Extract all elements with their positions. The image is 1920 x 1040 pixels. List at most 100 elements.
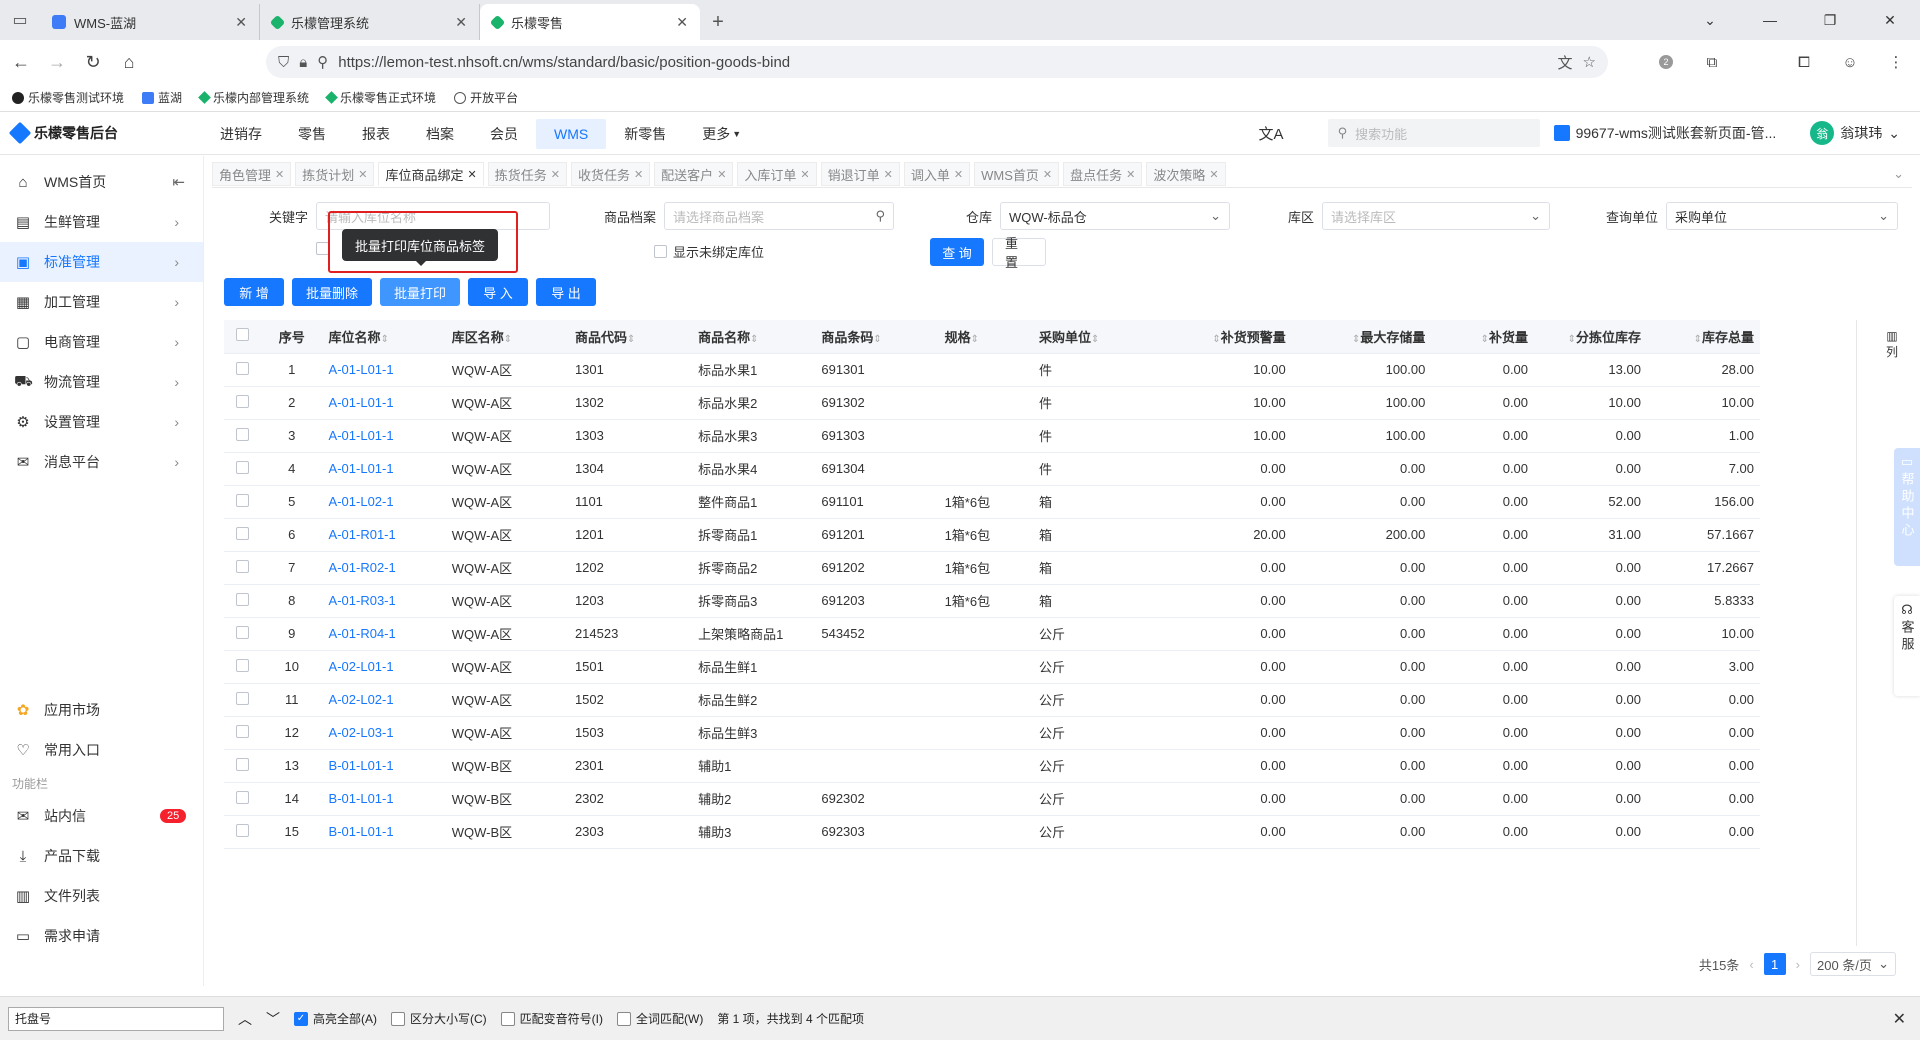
find-prev-icon[interactable]: ︿ — [238, 1009, 252, 1029]
whole-word-option[interactable]: 全词匹配(W) — [617, 1010, 703, 1027]
page-tab[interactable]: 收货任务 ✕ — [570, 162, 651, 186]
goods-select[interactable]: 请选择商品档案 ⚲ — [664, 202, 894, 230]
page-tab[interactable]: 销退订单 ✕ — [820, 162, 900, 186]
close-icon[interactable]: ✕ — [275, 168, 284, 181]
page-tab[interactable]: 配送客户 ✕ — [654, 162, 734, 186]
add-button[interactable]: 新 增 — [224, 278, 284, 306]
close-icon[interactable]: ✕ — [634, 168, 643, 181]
table-row[interactable]: 14 B-01-L01-1 WQW-B区 2302 辅助2 692302 公斤 0.00 0.0… — [224, 782, 1760, 816]
match-case-option[interactable]: 区分大小写(C) — [391, 1010, 487, 1027]
translate-icon[interactable]: 文 — [1558, 52, 1573, 73]
tabs-dropdown-icon[interactable]: ⌄ — [1893, 166, 1904, 182]
query-button[interactable]: 查 询 — [930, 238, 984, 266]
sort-icon[interactable]: ⇕ — [1091, 334, 1099, 345]
table-row[interactable]: 9 A-01-R04-1 WQW-A区 214523 上架策略商品1 543452 公斤 0.… — [224, 617, 1760, 651]
close-icon[interactable]: ✕ — [717, 168, 726, 181]
tab-dropdown-icon[interactable]: ⌄ — [1680, 0, 1740, 40]
more-menu-icon[interactable]: ⋮ — [1882, 48, 1910, 76]
batch-delete-button[interactable]: 批量删除 — [292, 278, 372, 306]
url-text[interactable]: https://lemon-test.nhsoft.cn/wms/standar… — [338, 54, 1547, 71]
page-number-button[interactable]: 1 — [1763, 953, 1786, 975]
page-size-select[interactable]: 200 条/页 ⌄ — [1810, 952, 1896, 976]
language-icon[interactable]: 文A — [1259, 123, 1284, 144]
row-checkbox[interactable] — [235, 790, 249, 804]
sidebar-item-ecommerce[interactable]: ▢ 电商管理 › — [0, 322, 203, 362]
position-name-link[interactable]: A-01-R02-1 — [322, 551, 446, 585]
sort-icon[interactable]: ⇕ — [627, 334, 635, 345]
column-header[interactable]: ⇕最大存储量 — [1291, 320, 1432, 354]
nav-item[interactable]: 会员 — [472, 119, 536, 149]
close-icon[interactable]: ✕ — [884, 168, 893, 181]
close-tab-icon[interactable]: ✕ — [676, 14, 688, 31]
app-logo[interactable]: 乐檬零售后台 — [8, 121, 118, 145]
row-checkbox[interactable] — [235, 658, 249, 672]
bookmark-item[interactable]: 乐檬内部管理系统 — [198, 89, 309, 106]
reset-button[interactable]: 重 置 — [992, 236, 1046, 270]
column-header[interactable]: ⇕库存总量 — [1646, 320, 1760, 354]
close-icon[interactable]: ✕ — [1043, 168, 1052, 181]
table-row[interactable]: 10 A-02-L01-1 WQW-A区 1501 标品生鲜1 公斤 0.00 0.00 0.0… — [224, 650, 1760, 684]
find-next-icon[interactable]: ﹀ — [266, 1009, 280, 1029]
sidebar-item-standard[interactable]: ▣ 标准管理 › — [0, 242, 203, 282]
sort-icon[interactable]: ⇕ — [381, 334, 389, 345]
close-icon[interactable]: ✕ — [1209, 168, 1218, 181]
sort-icon[interactable]: ⇕ — [971, 334, 979, 345]
prev-page-icon[interactable]: ‹ — [1749, 957, 1753, 972]
warehouse-select[interactable]: WQW-标品仓 ⌄ — [1000, 202, 1230, 230]
home-icon[interactable]: ⌂ — [114, 47, 144, 77]
close-icon[interactable]: ✕ — [551, 168, 560, 181]
sort-icon[interactable]: ⇕ — [873, 334, 881, 345]
page-tab[interactable]: 拣货计划 ✕ — [295, 162, 375, 186]
row-checkbox[interactable] — [235, 427, 249, 441]
position-name-link[interactable]: A-01-L01-1 — [322, 419, 446, 453]
table-row[interactable]: 5 A-01-L02-1 WQW-A区 1101 整件商品1 691101 1箱*6包箱 0.… — [224, 485, 1760, 519]
match-diacritics-option[interactable]: 匹配变音符号(I) — [500, 1010, 603, 1027]
column-header[interactable]: ⇕补货量 — [1431, 320, 1535, 354]
table-row[interactable]: 11 A-02-L02-1 WQW-A区 1502 标品生鲜2 公斤 0.00 0.00 0.0… — [224, 683, 1760, 717]
column-header[interactable]: ⇕分拣位库存 — [1534, 320, 1647, 354]
table-row[interactable]: 3 A-01-L01-1 WQW-A区 1303 标品水果3 691303 件 10.00 10… — [224, 419, 1760, 453]
page-tab[interactable]: 调入单 ✕ — [903, 162, 971, 186]
position-name-link[interactable]: A-02-L02-1 — [322, 683, 446, 717]
position-name-link[interactable]: A-01-R01-1 — [322, 518, 446, 552]
row-checkbox[interactable] — [235, 757, 249, 771]
row-checkbox[interactable] — [235, 361, 249, 375]
position-name-link[interactable]: A-01-R03-1 — [322, 584, 446, 618]
sidebar-item-logistics[interactable]: ⛟ 物流管理 › — [0, 362, 203, 402]
page-tab[interactable]: 入库订单 ✕ — [737, 162, 817, 186]
close-tab-icon[interactable]: ✕ — [455, 14, 467, 31]
table-row[interactable]: 6 A-01-R01-1 WQW-A区 1201 拆零商品1 691201 1箱*6包箱 20… — [224, 518, 1760, 552]
sidebar-item-wms-home[interactable]: ⌂ WMS首页 ⇤ — [0, 162, 203, 202]
sidebar-item-requests[interactable]: ▭ 需求申请 — [0, 916, 204, 956]
row-checkbox[interactable] — [235, 559, 249, 573]
forward-icon[interactable]: → — [42, 47, 72, 77]
row-checkbox[interactable] — [235, 625, 249, 639]
function-search-input[interactable]: ⚲ 搜索功能 — [1327, 119, 1540, 147]
close-window-icon[interactable]: ✕ — [1860, 0, 1920, 40]
row-checkbox[interactable] — [235, 823, 249, 837]
close-icon[interactable]: ✕ — [1126, 168, 1135, 181]
sidebar-item-files[interactable]: ▥ 文件列表 — [0, 876, 204, 916]
minimize-icon[interactable]: — — [1740, 0, 1800, 40]
close-icon[interactable]: ✕ — [800, 168, 809, 181]
column-settings-button[interactable]: ▥ 列 — [1884, 328, 1900, 360]
row-checkbox[interactable] — [235, 592, 249, 606]
column-header[interactable]: 商品名称⇕ — [692, 320, 816, 354]
zone-select[interactable]: 请选择库区 ⌄ — [1322, 202, 1550, 230]
position-name-link[interactable]: A-01-L01-1 — [322, 386, 446, 420]
nav-item[interactable]: 新零售 — [606, 119, 684, 149]
extensions-icon[interactable]: ⧠ — [1790, 48, 1818, 76]
position-name-link[interactable]: A-02-L03-1 — [322, 716, 446, 750]
column-header[interactable]: 库区名称⇕ — [445, 320, 569, 354]
back-icon[interactable]: ← — [6, 47, 36, 77]
page-tab[interactable]: WMS首页 ✕ — [974, 162, 1060, 186]
nav-item[interactable]: 报表 — [344, 119, 408, 149]
address-bar[interactable]: ⛉ 🔒︎ ⚲ https://lemon-test.nhsoft.cn/wms/… — [266, 46, 1608, 78]
position-name-link[interactable]: B-01-L01-1 — [322, 749, 446, 783]
row-checkbox[interactable] — [235, 691, 249, 705]
close-icon[interactable]: ✕ — [358, 168, 367, 181]
column-header[interactable]: 商品条码⇕ — [815, 320, 939, 354]
row-checkbox[interactable] — [235, 526, 249, 540]
position-name-link[interactable]: A-01-L02-1 — [322, 485, 446, 519]
table-row[interactable]: 12 A-02-L03-1 WQW-A区 1503 标品生鲜3 公斤 0.00 0.00 0.0… — [224, 716, 1760, 750]
